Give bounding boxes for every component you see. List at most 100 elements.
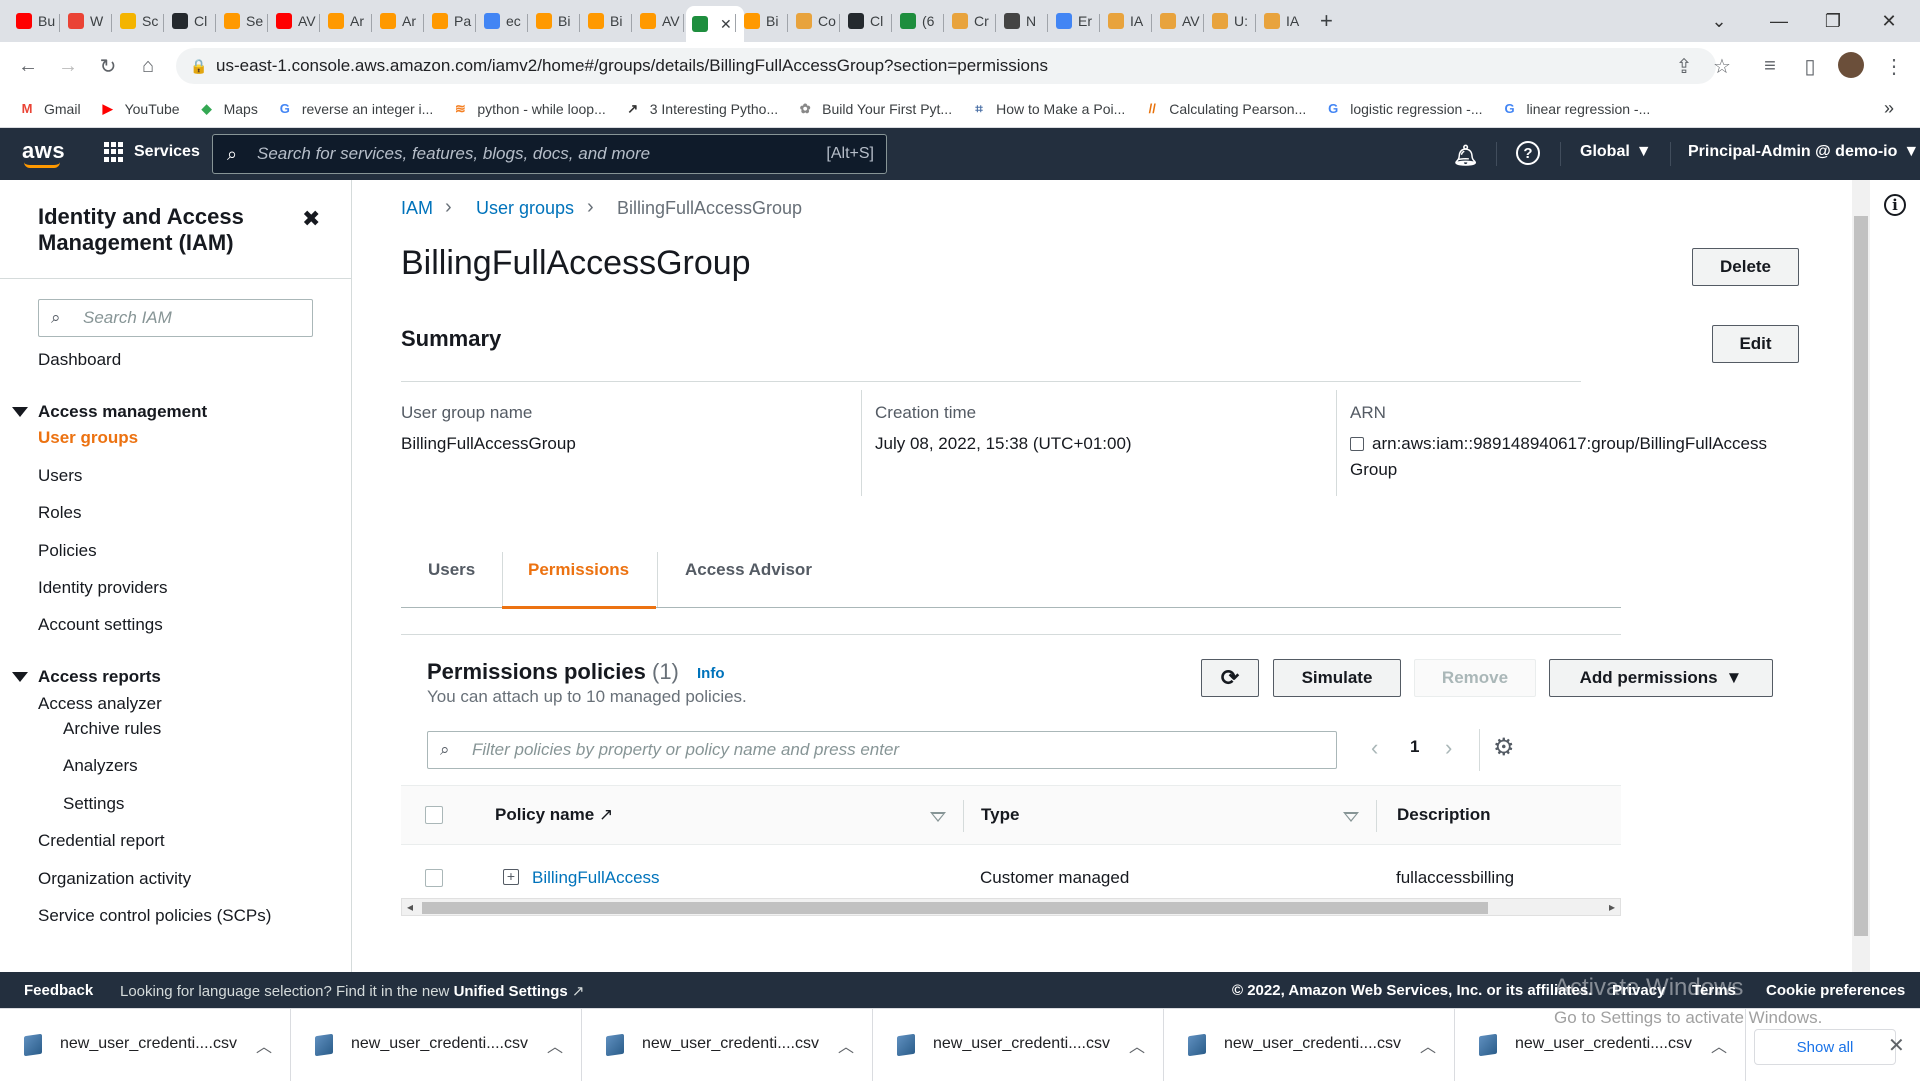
tab-permissions[interactable]: Permissions (528, 560, 629, 580)
download-item[interactable]: new_user_credenti....csv ︿ (0, 1009, 291, 1081)
browser-tab[interactable]: Cl (166, 6, 212, 36)
breadcrumb-user-groups[interactable]: User groups (476, 198, 574, 219)
minimize-button[interactable]: — (1756, 0, 1802, 42)
browser-tab[interactable]: Bi (738, 6, 784, 36)
browser-tab[interactable]: Cr (946, 6, 992, 36)
new-tab-button[interactable]: + (1314, 6, 1339, 36)
back-icon[interactable]: ← (14, 52, 42, 80)
vertical-scrollbar[interactable] (1852, 180, 1870, 972)
scroll-right-icon[interactable]: ▸ (1609, 900, 1615, 914)
sidebar-item-organization-activity[interactable]: Organization activity (38, 869, 191, 889)
column-type[interactable]: Type (981, 805, 1019, 825)
bookmark-item[interactable]: // Calculating Pearson... (1143, 101, 1307, 117)
access-management-section[interactable]: Access management (12, 402, 207, 422)
tab-access-advisor[interactable]: Access Advisor (685, 560, 812, 580)
sidebar-item-users[interactable]: Users (38, 466, 82, 486)
download-item[interactable]: new_user_credenti....csv ︿ (1164, 1009, 1455, 1081)
browser-tab[interactable]: Se (218, 6, 264, 36)
sidebar-item-credential-report[interactable]: Credential report (38, 831, 165, 851)
access-reports-section[interactable]: Access reports (12, 667, 161, 687)
chevron-up-icon[interactable]: ︿ (838, 1033, 854, 1057)
bookmark-star-icon[interactable]: ☆ (1708, 52, 1736, 80)
reading-list-icon[interactable]: ≡ (1756, 52, 1784, 80)
scroll-left-icon[interactable]: ◂ (407, 900, 413, 914)
chevron-up-icon[interactable]: ︿ (547, 1033, 563, 1057)
bookmark-item[interactable]: ↗ 3 Interesting Pytho... (624, 101, 778, 117)
menu-icon[interactable]: ⋮ (1880, 52, 1908, 80)
services-menu[interactable]: Services (104, 142, 200, 162)
refresh-button[interactable]: ⟳ (1201, 659, 1259, 697)
bookmark-item[interactable]: Glinear regression -... (1501, 101, 1650, 117)
aws-logo[interactable]: aws (22, 138, 65, 168)
browser-tab[interactable]: W (62, 6, 108, 36)
browser-tab[interactable]: Bi (582, 6, 628, 36)
browser-tab[interactable]: Sc (114, 6, 160, 36)
sidebar-item-identity-providers[interactable]: Identity providers (38, 578, 167, 598)
page-number[interactable]: 1 (1410, 737, 1419, 757)
bookmark-item[interactable]: ≋ python - while loop... (451, 101, 606, 117)
bookmark-item[interactable]: ◆ Maps (198, 101, 258, 117)
add-permissions-button[interactable]: Add permissions ▼ (1549, 659, 1773, 697)
browser-tab[interactable]: Bu (10, 6, 56, 36)
browser-tab[interactable]: AV (1154, 6, 1200, 36)
remove-button[interactable]: Remove (1414, 659, 1536, 697)
side-panel-icon[interactable]: ▯ (1796, 52, 1824, 80)
sidebar-item-user-groups[interactable]: User groups (38, 428, 138, 448)
info-panel-icon[interactable]: i (1884, 194, 1906, 216)
bookmark-item[interactable]: ⌗ How to Make a Poi... (970, 101, 1125, 117)
browser-tab[interactable]: AV (634, 6, 680, 36)
select-all-checkbox[interactable] (425, 806, 443, 824)
cookie-preferences-link[interactable]: Cookie preferences (1766, 982, 1905, 999)
sidebar-item-access-analyzer[interactable]: Access analyzer (38, 694, 162, 714)
tab-users[interactable]: Users (428, 560, 475, 580)
address-bar[interactable]: 🔒 us-east-1.console.aws.amazon.com/iamv2… (176, 48, 1716, 84)
aws-search-input[interactable]: ⌕ Search for services, features, blogs, … (212, 134, 887, 174)
account-menu[interactable]: Principal-Admin @ demo-io ▼ (1688, 143, 1919, 161)
simulate-button[interactable]: Simulate (1273, 659, 1401, 697)
bell-icon[interactable]: 🔔︎ (1453, 143, 1478, 168)
show-all-button[interactable]: Show all (1754, 1029, 1896, 1065)
browser-tab[interactable]: N (998, 6, 1044, 36)
share-icon[interactable]: ⇪ (1670, 52, 1698, 80)
breadcrumb-iam[interactable]: IAM (401, 198, 433, 219)
browser-tab[interactable]: Cl (842, 6, 888, 36)
unified-settings-link[interactable]: Unified Settings (454, 983, 568, 1000)
sidebar-item-policies[interactable]: Policies (38, 541, 97, 561)
horizontal-scrollbar[interactable]: ◂ ▸ (401, 898, 1621, 916)
forward-icon[interactable]: → (54, 52, 82, 80)
maximize-button[interactable]: ❐ (1810, 0, 1856, 42)
prev-page-icon[interactable]: ‹ (1371, 735, 1378, 761)
bookmark-item[interactable]: Glogistic regression -... (1324, 101, 1482, 117)
close-icon[interactable]: ✖ (302, 206, 320, 232)
filter-policies-input[interactable]: ⌕ Filter policies by property or policy … (427, 731, 1337, 769)
sidebar-item-scps[interactable]: Service control policies (SCPs) (38, 906, 271, 926)
close-tab-icon[interactable]: ✕ (720, 16, 732, 33)
search-iam-input[interactable]: ⌕ Search IAM (38, 299, 313, 337)
browser-tab[interactable]: IA (1258, 6, 1304, 36)
sidebar-item-dashboard[interactable]: Dashboard (38, 350, 121, 370)
chevron-up-icon[interactable]: ︿ (256, 1033, 272, 1057)
sort-icon[interactable] (1343, 812, 1359, 822)
bookmark-item[interactable]: M Gmail (18, 101, 81, 117)
bookmark-item[interactable]: Greverse an integer i... (276, 101, 434, 117)
expand-icon[interactable]: + (503, 869, 519, 885)
browser-tab[interactable]: Er (1050, 6, 1096, 36)
home-icon[interactable]: ⌂ (134, 52, 162, 80)
sidebar-item-archive-rules[interactable]: Archive rules (63, 719, 161, 739)
close-window-button[interactable]: ✕ (1866, 0, 1912, 42)
browser-tab[interactable]: AV (270, 6, 316, 36)
bookmark-item[interactable]: ✿ Build Your First Pyt... (796, 101, 952, 117)
browser-tab[interactable]: Pa (426, 6, 472, 36)
profile-avatar[interactable] (1838, 52, 1864, 78)
browser-tab[interactable]: U: (1206, 6, 1252, 36)
sidebar-item-roles[interactable]: Roles (38, 503, 81, 523)
help-icon[interactable]: ? (1516, 141, 1540, 165)
browser-tab[interactable]: Ar (374, 6, 420, 36)
download-item[interactable]: new_user_credenti....csv ︿ (582, 1009, 873, 1081)
close-icon[interactable]: ✕ (1888, 1033, 1905, 1058)
download-item[interactable]: new_user_credenti....csv ︿ (873, 1009, 1164, 1081)
policy-name-link[interactable]: BillingFullAccess (532, 868, 660, 888)
download-item[interactable]: new_user_credenti....csv ︿ (291, 1009, 582, 1081)
sidebar-item-account-settings[interactable]: Account settings (38, 615, 163, 635)
chevron-up-icon[interactable]: ︿ (1129, 1033, 1145, 1057)
